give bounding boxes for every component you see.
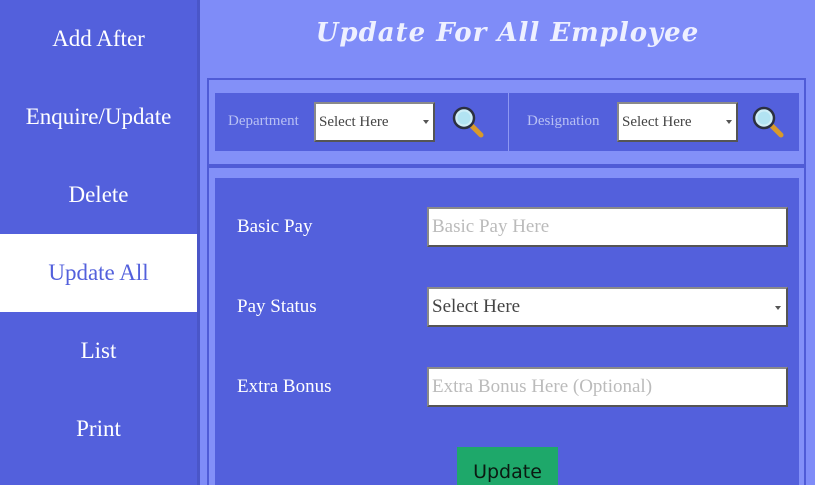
chevron-down-icon	[423, 120, 429, 124]
magnifier-icon	[452, 106, 484, 138]
extra-bonus-label: Extra Bonus	[237, 376, 332, 397]
basic-pay-label: Basic Pay	[237, 216, 313, 237]
pay-status-label: Pay Status	[237, 296, 317, 317]
designation-select-value: Select Here	[622, 113, 692, 130]
designation-label: Designation	[527, 113, 600, 129]
sidebar-item-update-all[interactable]: Update All	[0, 234, 197, 312]
extra-bonus-placeholder: Extra Bonus Here (Optional)	[432, 376, 653, 397]
chevron-down-icon	[726, 120, 732, 124]
sidebar-item-list[interactable]: List	[0, 312, 197, 390]
pay-status-select[interactable]: Select Here	[427, 287, 788, 327]
designation-select[interactable]: Select Here	[617, 102, 738, 142]
update-button[interactable]: Update	[457, 447, 558, 485]
department-select-value: Select Here	[319, 113, 389, 130]
department-select[interactable]: Select Here	[314, 102, 435, 142]
sidebar-item-print[interactable]: Print	[0, 390, 197, 468]
basic-pay-input[interactable]: Basic Pay Here	[427, 207, 788, 247]
department-search-button[interactable]	[451, 105, 485, 139]
filter-divider	[508, 93, 509, 151]
sidebar-item-enquire-update[interactable]: Enquire/Update	[0, 78, 197, 156]
department-label: Department	[228, 113, 299, 129]
magnifier-icon	[752, 106, 784, 138]
sidebar-item-delete[interactable]: Delete	[0, 156, 197, 234]
chevron-down-icon	[775, 306, 781, 310]
basic-pay-placeholder: Basic Pay Here	[432, 216, 550, 237]
sidebar-divider	[197, 0, 200, 485]
pay-status-value: Select Here	[432, 296, 521, 317]
page-title: Update For All Employee	[315, 18, 700, 48]
extra-bonus-input[interactable]: Extra Bonus Here (Optional)	[427, 367, 788, 407]
designation-search-button[interactable]	[751, 105, 785, 139]
sidebar-item-add-after[interactable]: Add After	[0, 0, 197, 78]
